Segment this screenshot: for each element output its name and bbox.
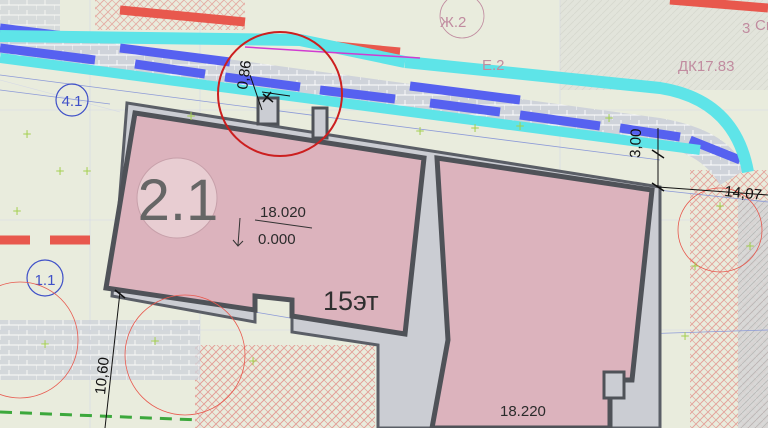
wall-notch-1 xyxy=(256,96,280,126)
road-label-partial: Св xyxy=(755,17,768,34)
svg-text:+: + xyxy=(690,259,700,273)
elevation-lower: 18.220 xyxy=(500,403,546,420)
wall-notch-3 xyxy=(602,370,626,400)
svg-text:+: + xyxy=(415,124,425,138)
road-label-ghost-3: 3 xyxy=(742,20,750,37)
svg-text:+: + xyxy=(22,127,32,141)
svg-text:+: + xyxy=(515,119,525,133)
svg-text:+: + xyxy=(55,164,65,178)
svg-text:+: + xyxy=(715,199,725,213)
svg-text:+: + xyxy=(12,204,22,218)
site-plan-drawing: 4.1 1.1 Ж.2 Е.2 ДК17.83 Св 3 2.1 18.020 … xyxy=(0,0,768,428)
building-id: 2.1 xyxy=(138,168,219,233)
elevation-bottom: 0.000 xyxy=(258,231,296,248)
svg-text:+: + xyxy=(150,334,160,348)
floors-label: 15эт xyxy=(323,286,379,316)
hatched-area-right-gray xyxy=(738,200,768,428)
svg-text:+: + xyxy=(680,329,690,343)
svg-text:+: + xyxy=(186,109,196,123)
svg-text:+: + xyxy=(82,164,92,178)
dimension-label-300: 3,00 xyxy=(627,128,645,158)
zone-label-4-1: 4.1 xyxy=(62,93,83,110)
hatched-area-bottom xyxy=(195,345,375,428)
zone-label-1-1: 1.1 xyxy=(35,272,56,289)
road-label-e2: Е.2 xyxy=(482,57,505,74)
svg-text:+: + xyxy=(40,337,50,351)
svg-text:+: + xyxy=(745,239,755,253)
svg-text:+: + xyxy=(470,121,480,135)
svg-text:+: + xyxy=(604,111,614,125)
road-label-dk: ДК17.83 xyxy=(678,58,734,75)
road-label-zh2: Ж.2 xyxy=(440,14,466,31)
elevation-top: 18.020 xyxy=(260,204,306,221)
svg-text:+: + xyxy=(248,354,258,368)
wall-notch-2 xyxy=(311,106,329,140)
